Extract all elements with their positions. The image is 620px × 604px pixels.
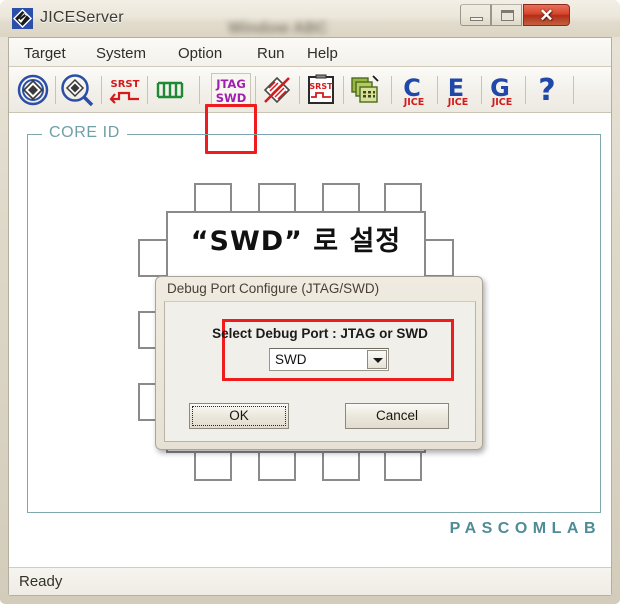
- toolbar-separator: [391, 76, 392, 104]
- toolbar-separator: [147, 76, 148, 104]
- srst-reset-button[interactable]: SRST: [107, 72, 143, 108]
- title-ghost-text: Window ABC: [228, 20, 328, 37]
- chip-pin: [194, 451, 232, 481]
- menu-bar: Target System Option Run Help: [9, 38, 611, 67]
- toolbar: SRST JTAG SWD SRST C JICE E JICE G JICE …: [9, 67, 611, 113]
- minimize-icon: [470, 17, 483, 21]
- svg-text:JICE: JICE: [447, 97, 469, 108]
- close-button[interactable]: ✕: [523, 4, 570, 26]
- jtag-swd-button[interactable]: JTAG SWD: [211, 73, 251, 107]
- toolbar-separator: [525, 76, 526, 104]
- flash-erase-button[interactable]: [259, 72, 295, 108]
- svg-text:JICE: JICE: [491, 97, 513, 108]
- ok-button[interactable]: OK: [189, 403, 289, 429]
- jice-g-button[interactable]: G JICE: [483, 72, 519, 108]
- jice-e-button[interactable]: E JICE: [439, 72, 475, 108]
- chip-instruction-label: “SWD” 로 설정: [190, 226, 402, 257]
- jtag-swd-icon: JTAG SWD: [215, 77, 247, 105]
- toolbar-separator: [55, 76, 56, 104]
- chip-pin: [258, 451, 296, 481]
- toolbar-separator: [343, 76, 344, 104]
- dialog-title: Debug Port Configure (JTAG/SWD): [167, 281, 380, 296]
- debug-port-prompt: Select Debug Port : JTAG or SWD: [212, 326, 428, 341]
- toolbar-separator: [481, 76, 482, 104]
- question-mark-icon: ?: [538, 73, 555, 108]
- core-id-button[interactable]: [15, 72, 51, 108]
- toolbar-separator: [573, 76, 574, 104]
- debug-port-select-value: SWD: [275, 352, 307, 367]
- jice-c-button[interactable]: C JICE: [395, 72, 431, 108]
- svg-text:JICE: JICE: [403, 97, 425, 108]
- multi-copy-button[interactable]: [347, 72, 383, 108]
- jtag-chain-icon: [156, 81, 184, 99]
- debug-port-configure-dialog: Debug Port Configure (JTAG/SWD) Select D…: [155, 276, 483, 450]
- dialog-title-bar[interactable]: Debug Port Configure (JTAG/SWD): [156, 277, 482, 301]
- status-bar: Ready: [9, 567, 611, 595]
- svg-text:JTAG: JTAG: [215, 77, 246, 91]
- chevron-down-icon[interactable]: [367, 350, 387, 369]
- svg-text:SWD: SWD: [216, 91, 247, 105]
- toolbar-separator: [101, 76, 102, 104]
- srst-panel-icon: SRST: [308, 74, 334, 104]
- srst-config-button[interactable]: SRST: [303, 72, 339, 108]
- maximize-button[interactable]: [491, 4, 522, 26]
- jice-e-icon: E JICE: [447, 74, 469, 108]
- debug-port-select[interactable]: SWD: [269, 348, 389, 371]
- diamond-target-icon: [17, 74, 49, 106]
- diamond-magnifier-icon: [61, 74, 94, 107]
- chip-pin: [258, 183, 296, 213]
- menu-item-run[interactable]: Run: [252, 43, 290, 64]
- svg-text:?: ?: [538, 73, 555, 108]
- application-window: JICEServer Window ABC ✕ Target System Op…: [0, 0, 620, 604]
- title-bar[interactable]: JICEServer Window ABC ✕: [0, 0, 620, 37]
- menu-item-option[interactable]: Option: [173, 43, 227, 64]
- diamond-cross-icon: [263, 76, 291, 104]
- jice-g-icon: G JICE: [490, 74, 513, 108]
- toolbar-separator: [255, 76, 256, 104]
- core-scan-button[interactable]: [59, 72, 95, 108]
- help-button[interactable]: ?: [529, 72, 565, 108]
- svg-text:SRST: SRST: [111, 79, 140, 90]
- multi-copy-icon: [351, 75, 379, 103]
- srst-pulse-icon: SRST: [109, 79, 140, 104]
- menu-item-help[interactable]: Help: [302, 43, 343, 64]
- chip-pin: [384, 183, 422, 213]
- status-text: Ready: [19, 573, 63, 590]
- menu-item-system[interactable]: System: [91, 43, 151, 64]
- toolbar-separator: [199, 76, 200, 104]
- maximize-icon: [501, 10, 514, 21]
- client-area: Target System Option Run Help SRST JTAG …: [8, 37, 612, 596]
- jice-c-icon: C JICE: [403, 74, 425, 108]
- cancel-button[interactable]: Cancel: [345, 403, 449, 429]
- brand-label: PASCOMLAB: [449, 520, 601, 537]
- svg-text:SRST: SRST: [309, 82, 333, 91]
- dialog-content: Select Debug Port : JTAG or SWD SWD OK C…: [164, 301, 476, 442]
- jtag-chain-button[interactable]: [153, 72, 189, 108]
- chip-pin: [322, 183, 360, 213]
- chip-pin: [384, 451, 422, 481]
- jice-logo-icon: [12, 8, 33, 29]
- close-icon: ✕: [539, 6, 554, 25]
- toolbar-separator: [437, 76, 438, 104]
- minimize-button[interactable]: [460, 4, 491, 26]
- chip-pin: [194, 183, 232, 213]
- toolbar-separator: [299, 76, 300, 104]
- menu-item-target[interactable]: Target: [19, 43, 71, 64]
- core-id-legend: CORE ID: [42, 124, 127, 142]
- chip-pin: [322, 451, 360, 481]
- window-title: JICEServer: [40, 9, 124, 26]
